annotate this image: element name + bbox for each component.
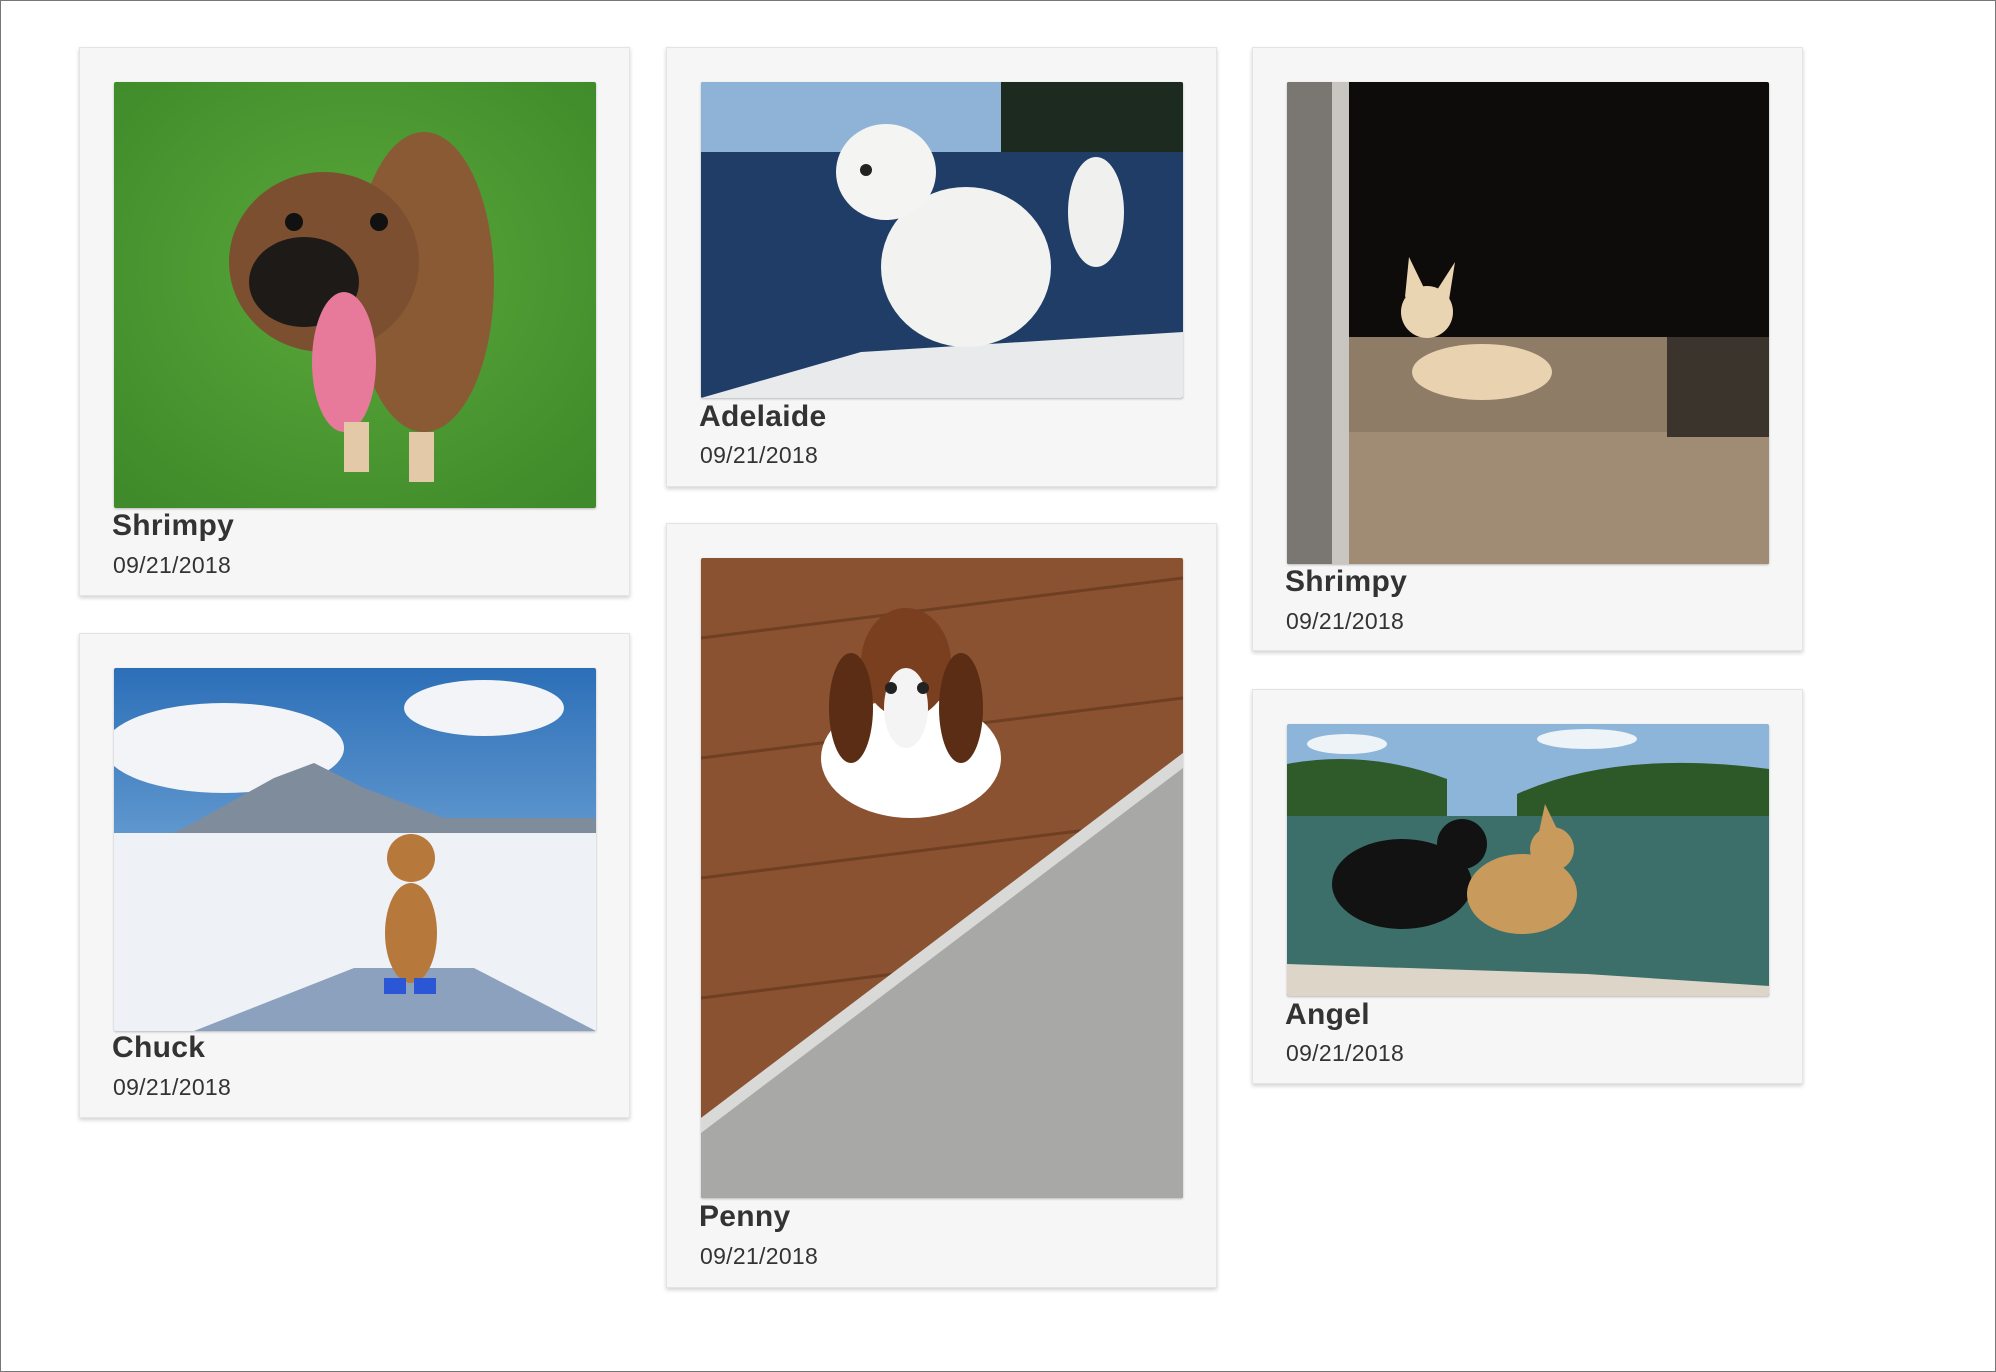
photo-card[interactable]: Shrimpy 09/21/2018 bbox=[79, 47, 630, 596]
dog-name: Penny bbox=[699, 1200, 791, 1233]
photo-date: 09/21/2018 bbox=[113, 1074, 232, 1100]
dog-name: Chuck bbox=[112, 1031, 206, 1064]
two-dogs-on-boat-photo[interactable] bbox=[1287, 724, 1769, 996]
photo-date: 09/21/2018 bbox=[113, 552, 232, 578]
dog-name: Adelaide bbox=[699, 400, 827, 433]
basset-hound-photo[interactable] bbox=[701, 558, 1183, 1198]
photo-card[interactable]: Angel 09/21/2018 bbox=[1252, 689, 1803, 1084]
photo-date: 09/21/2018 bbox=[700, 442, 819, 468]
photo-date: 09/21/2018 bbox=[1286, 608, 1405, 634]
dog-in-snow-photo[interactable] bbox=[114, 668, 596, 1031]
chihuahua-on-stairs-photo[interactable] bbox=[1287, 82, 1769, 564]
boxer-dog-photo[interactable] bbox=[114, 82, 596, 508]
white-dog-on-boat-photo[interactable] bbox=[701, 82, 1183, 398]
dog-name: Shrimpy bbox=[112, 509, 235, 542]
photo-card[interactable]: Adelaide 09/21/2018 bbox=[666, 47, 1217, 487]
photo-date: 09/21/2018 bbox=[1286, 1040, 1405, 1066]
photo-card[interactable]: Shrimpy 09/21/2018 bbox=[1252, 47, 1803, 651]
dog-name: Shrimpy bbox=[1285, 565, 1408, 598]
dog-name: Angel bbox=[1285, 998, 1370, 1031]
photo-card[interactable]: Penny 09/21/2018 bbox=[666, 523, 1217, 1288]
photo-card[interactable]: Chuck 09/21/2018 bbox=[79, 633, 630, 1118]
photo-date: 09/21/2018 bbox=[700, 1243, 819, 1269]
